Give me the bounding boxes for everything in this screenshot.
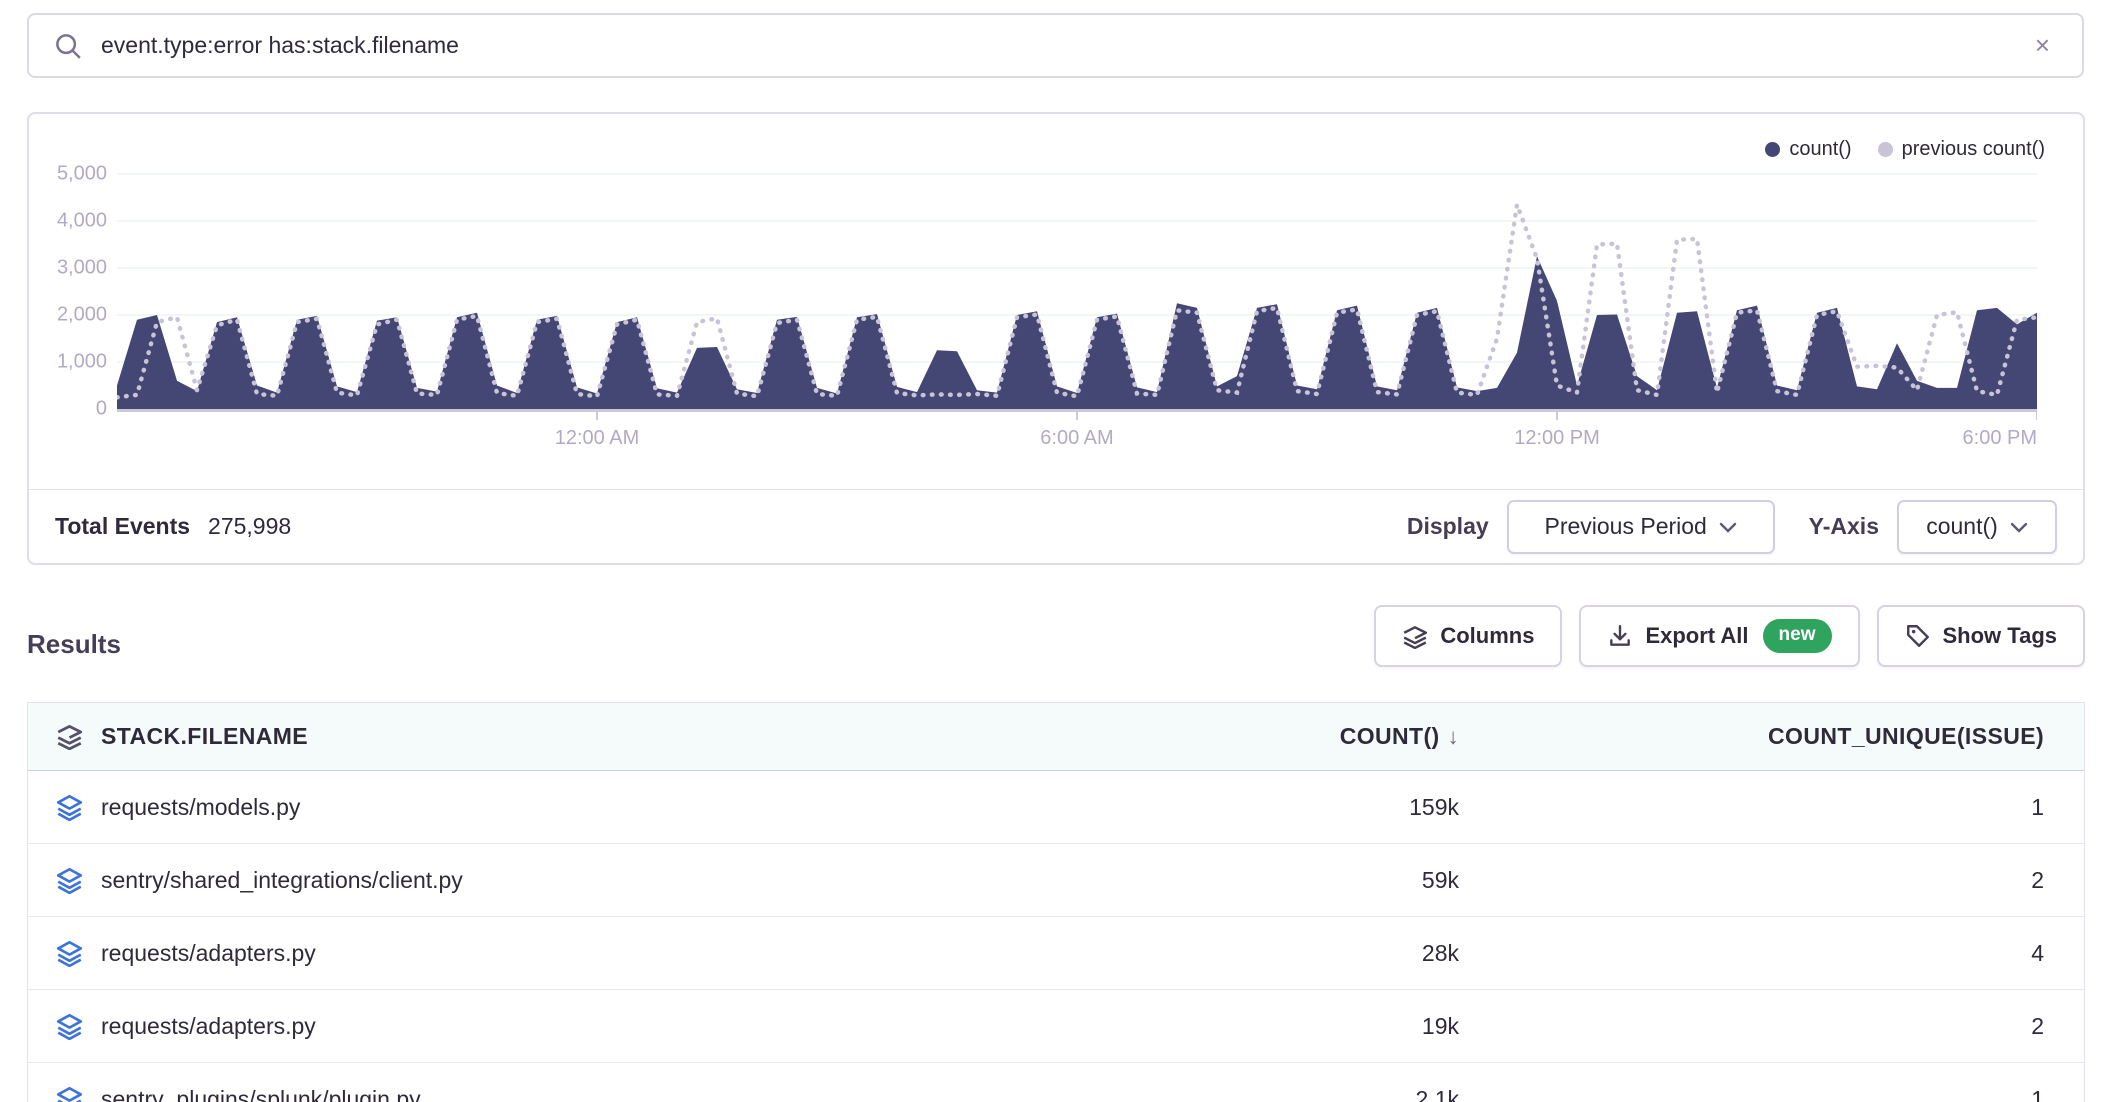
x-tick-label: 12:00 PM <box>1514 427 1600 450</box>
y-tick-label: 1,000 <box>37 351 107 374</box>
search-input[interactable]: event.type:error has:stack.filename <box>101 32 2027 59</box>
stack-filename-cell[interactable]: requests/adapters.py <box>101 940 316 967</box>
discover-page: event.type:error has:stack.filename × co… <box>0 0 2110 1102</box>
count-cell: 59k <box>1159 867 1459 894</box>
results-title: Results <box>27 629 121 660</box>
total-events-value: 275,998 <box>208 513 291 540</box>
table-row: requests/adapters.py 19k 2 <box>28 990 2084 1063</box>
yaxis-dropdown[interactable]: count() <box>1897 500 2057 554</box>
count-header[interactable]: COUNT() ↓ <box>1159 723 1459 750</box>
x-tick-label: 12:00 AM <box>555 427 640 450</box>
yaxis-dropdown-value: count() <box>1926 513 1998 540</box>
new-badge: new <box>1763 619 1832 653</box>
x-tick-label: 6:00 AM <box>1040 427 1113 450</box>
count-unique-cell: 1 <box>1459 794 2044 821</box>
yaxis-label: Y-Axis <box>1809 513 1879 540</box>
stack-cell-icon[interactable] <box>56 940 83 967</box>
show-tags-button[interactable]: Show Tags <box>1877 605 2086 667</box>
stack-filename-header[interactable]: STACK.FILENAME <box>56 723 1159 750</box>
column-header-label: STACK.FILENAME <box>101 723 308 750</box>
stack-filename-cell[interactable]: requests/adapters.py <box>101 1013 316 1040</box>
table-row: requests/models.py 159k 1 <box>28 771 2084 844</box>
count-unique-header[interactable]: COUNT_UNIQUE(ISSUE) <box>1459 723 2044 750</box>
chevron-down-icon <box>2010 522 2028 534</box>
columns-button[interactable]: Columns <box>1374 605 1562 667</box>
table-row: sentry_plugins/splunk/plugin.py 2.1k 1 <box>28 1063 2084 1102</box>
table-header-row: STACK.FILENAME COUNT() ↓ COUNT_UNIQUE(IS… <box>28 703 2084 771</box>
y-tick-label: 5,000 <box>37 163 107 186</box>
stack-filename-cell[interactable]: sentry/shared_integrations/client.py <box>101 867 463 894</box>
clear-search-icon[interactable]: × <box>2027 26 2058 65</box>
table-row: sentry/shared_integrations/client.py 59k… <box>28 844 2084 917</box>
stack-cell-icon[interactable] <box>56 1013 83 1040</box>
results-toolbar: Columns Export All new Show Tags <box>1374 605 2085 667</box>
stack-filename-cell[interactable]: requests/models.py <box>101 794 300 821</box>
y-tick-label: 4,000 <box>37 210 107 233</box>
count-cell: 19k <box>1159 1013 1459 1040</box>
count-unique-cell: 2 <box>1459 867 2044 894</box>
column-header-label: COUNT_UNIQUE(ISSUE) <box>1768 723 2044 750</box>
count-cell: 159k <box>1159 794 1459 821</box>
count-cell: 2.1k <box>1159 1086 1459 1102</box>
chart-footer: Total Events 275,998 Display Previous Pe… <box>29 489 2083 563</box>
stack-cell-icon[interactable] <box>56 794 83 821</box>
column-header-label: COUNT() <box>1340 723 1440 750</box>
count-unique-cell: 4 <box>1459 940 2044 967</box>
display-dropdown[interactable]: Previous Period <box>1507 500 1775 554</box>
table-row: requests/adapters.py 28k 4 <box>28 917 2084 990</box>
total-events-label: Total Events <box>55 513 190 540</box>
results-table: STACK.FILENAME COUNT() ↓ COUNT_UNIQUE(IS… <box>27 702 2085 1102</box>
export-all-button-label: Export All <box>1645 623 1748 649</box>
export-all-button[interactable]: Export All new <box>1579 605 1859 667</box>
display-dropdown-value: Previous Period <box>1544 513 1706 540</box>
chevron-down-icon <box>1719 522 1737 534</box>
stack-cell-icon[interactable] <box>56 867 83 894</box>
count-unique-cell: 2 <box>1459 1013 2044 1040</box>
y-tick-label: 0 <box>37 398 107 421</box>
count-unique-cell: 1 <box>1459 1086 2044 1102</box>
events-chart-panel: count() previous count() 01,0002,0003,00… <box>27 112 2085 565</box>
y-tick-label: 2,000 <box>37 304 107 327</box>
show-tags-button-label: Show Tags <box>1943 623 2058 649</box>
stack-cell-icon[interactable] <box>56 1086 83 1102</box>
tag-icon <box>1905 623 1931 649</box>
search-bar[interactable]: event.type:error has:stack.filename × <box>27 13 2084 78</box>
x-tick-label: 6:00 PM <box>1963 427 2037 450</box>
columns-button-label: Columns <box>1440 623 1534 649</box>
download-icon <box>1607 623 1633 649</box>
stack-filename-cell[interactable]: sentry_plugins/splunk/plugin.py <box>101 1086 421 1102</box>
layers-icon <box>1402 623 1428 649</box>
display-label: Display <box>1407 513 1489 540</box>
layers-icon <box>56 723 83 750</box>
count-cell: 28k <box>1159 940 1459 967</box>
y-tick-label: 3,000 <box>37 257 107 280</box>
events-area-chart[interactable] <box>117 114 2037 424</box>
search-icon <box>53 31 83 61</box>
sort-desc-arrow-icon: ↓ <box>1448 724 1459 750</box>
